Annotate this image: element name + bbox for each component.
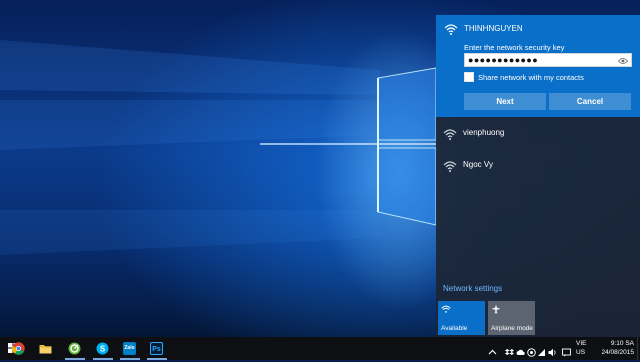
- taskbar-app-file-explorer[interactable]: [33, 337, 59, 360]
- security-key-input[interactable]: ●●●●●●●●●●●●: [464, 53, 632, 67]
- reveal-password-icon[interactable]: [617, 56, 629, 64]
- volume-icon[interactable]: [548, 344, 557, 357]
- language-indicator[interactable]: VIE US: [576, 339, 586, 357]
- network-settings-link[interactable]: Network settings: [443, 284, 502, 293]
- wifi-toggle-tile[interactable]: Available: [438, 301, 485, 335]
- security-key-label: Enter the network security key: [464, 43, 565, 52]
- notification-icon[interactable]: [562, 344, 571, 357]
- network-tray-icon[interactable]: [537, 344, 546, 356]
- language-code: VIE: [576, 340, 587, 347]
- taskbar-app-green[interactable]: [62, 337, 88, 360]
- chrome-icon: [12, 342, 25, 355]
- network-item[interactable]: Ngoc Vy: [436, 151, 640, 181]
- airplane-tile-label: Airplane mode: [491, 325, 533, 332]
- network-item[interactable]: vienphuong: [436, 119, 640, 149]
- taskbar-app-photoshop[interactable]: Ps: [144, 337, 170, 360]
- share-network-checkbox[interactable]: [464, 72, 474, 82]
- zalo-icon: Zalo: [123, 342, 136, 355]
- cancel-button[interactable]: Cancel: [549, 93, 631, 110]
- photoshop-icon: Ps: [150, 342, 163, 355]
- clock-date: 24/08/2015: [601, 349, 634, 356]
- app-tray-icon[interactable]: [527, 344, 536, 357]
- chevron-up-icon[interactable]: [488, 344, 497, 355]
- app-green-icon: [68, 342, 81, 355]
- skype-icon: S: [96, 342, 109, 355]
- cloud-icon[interactable]: [516, 344, 525, 356]
- network-flyout: THINHNGUYEN Enter the network security k…: [436, 15, 640, 337]
- taskbar-app-chrome[interactable]: [6, 337, 32, 360]
- network-ssid: Ngoc Vy: [463, 160, 493, 169]
- svg-text:S: S: [100, 345, 106, 354]
- next-button[interactable]: Next: [464, 93, 546, 110]
- clock[interactable]: 9:10 SA 24/08/2015: [596, 339, 634, 357]
- wifi-tile-label: Available: [441, 325, 468, 332]
- dropbox-icon[interactable]: [505, 344, 514, 355]
- active-network-panel: THINHNGUYEN Enter the network security k…: [436, 15, 640, 117]
- airplane-mode-tile[interactable]: Airplane mode: [488, 301, 535, 335]
- wifi-icon: [441, 304, 451, 314]
- file-explorer-icon: [39, 342, 52, 355]
- password-mask: ●●●●●●●●●●●●: [468, 55, 539, 65]
- share-network-label: Share network with my contacts: [478, 73, 584, 82]
- wifi-icon: [443, 160, 457, 172]
- clock-time: 9:10 SA: [610, 340, 634, 347]
- active-network-ssid: THINHNGUYEN: [464, 24, 523, 33]
- wifi-icon: [443, 128, 457, 140]
- airplane-icon: [491, 304, 501, 314]
- taskbar: S Zalo Ps VIE US 9:10 SA 24/08/2015: [0, 337, 640, 360]
- taskbar-app-skype[interactable]: S: [90, 337, 116, 360]
- taskbar-app-zalo[interactable]: Zalo: [117, 337, 143, 360]
- keyboard-layout: US: [576, 349, 586, 356]
- wifi-icon: [444, 23, 458, 35]
- network-ssid: vienphuong: [463, 128, 505, 137]
